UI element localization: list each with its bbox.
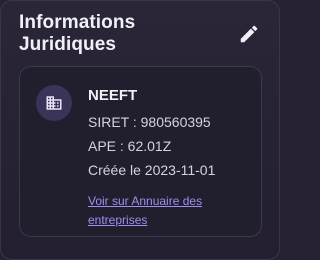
company-name: NEEFT [88,87,138,104]
building-icon [46,96,62,110]
pencil-icon [240,25,258,43]
panel-title: Informations Juridiques [19,12,136,55]
ape-code: APE : 62.01Z [88,138,172,154]
siret-number: SIRET : 980560395 [88,114,211,130]
panel-header: Informations Juridiques [19,12,261,55]
edit-button[interactable] [237,22,261,46]
company-avatar [36,85,72,121]
company-info: NEEFT SIRET : 980560395 APE : 62.01Z Cré… [88,87,251,230]
company-card: NEEFT SIRET : 980560395 APE : 62.01Z Cré… [19,66,262,237]
creation-date: Créée le 2023-11-01 [88,162,216,178]
legal-info-panel: Informations Juridiques NEEFT SIRET : 98… [0,0,280,260]
annuaire-link[interactable]: Voir sur Annuaire des entreprises [88,192,251,230]
